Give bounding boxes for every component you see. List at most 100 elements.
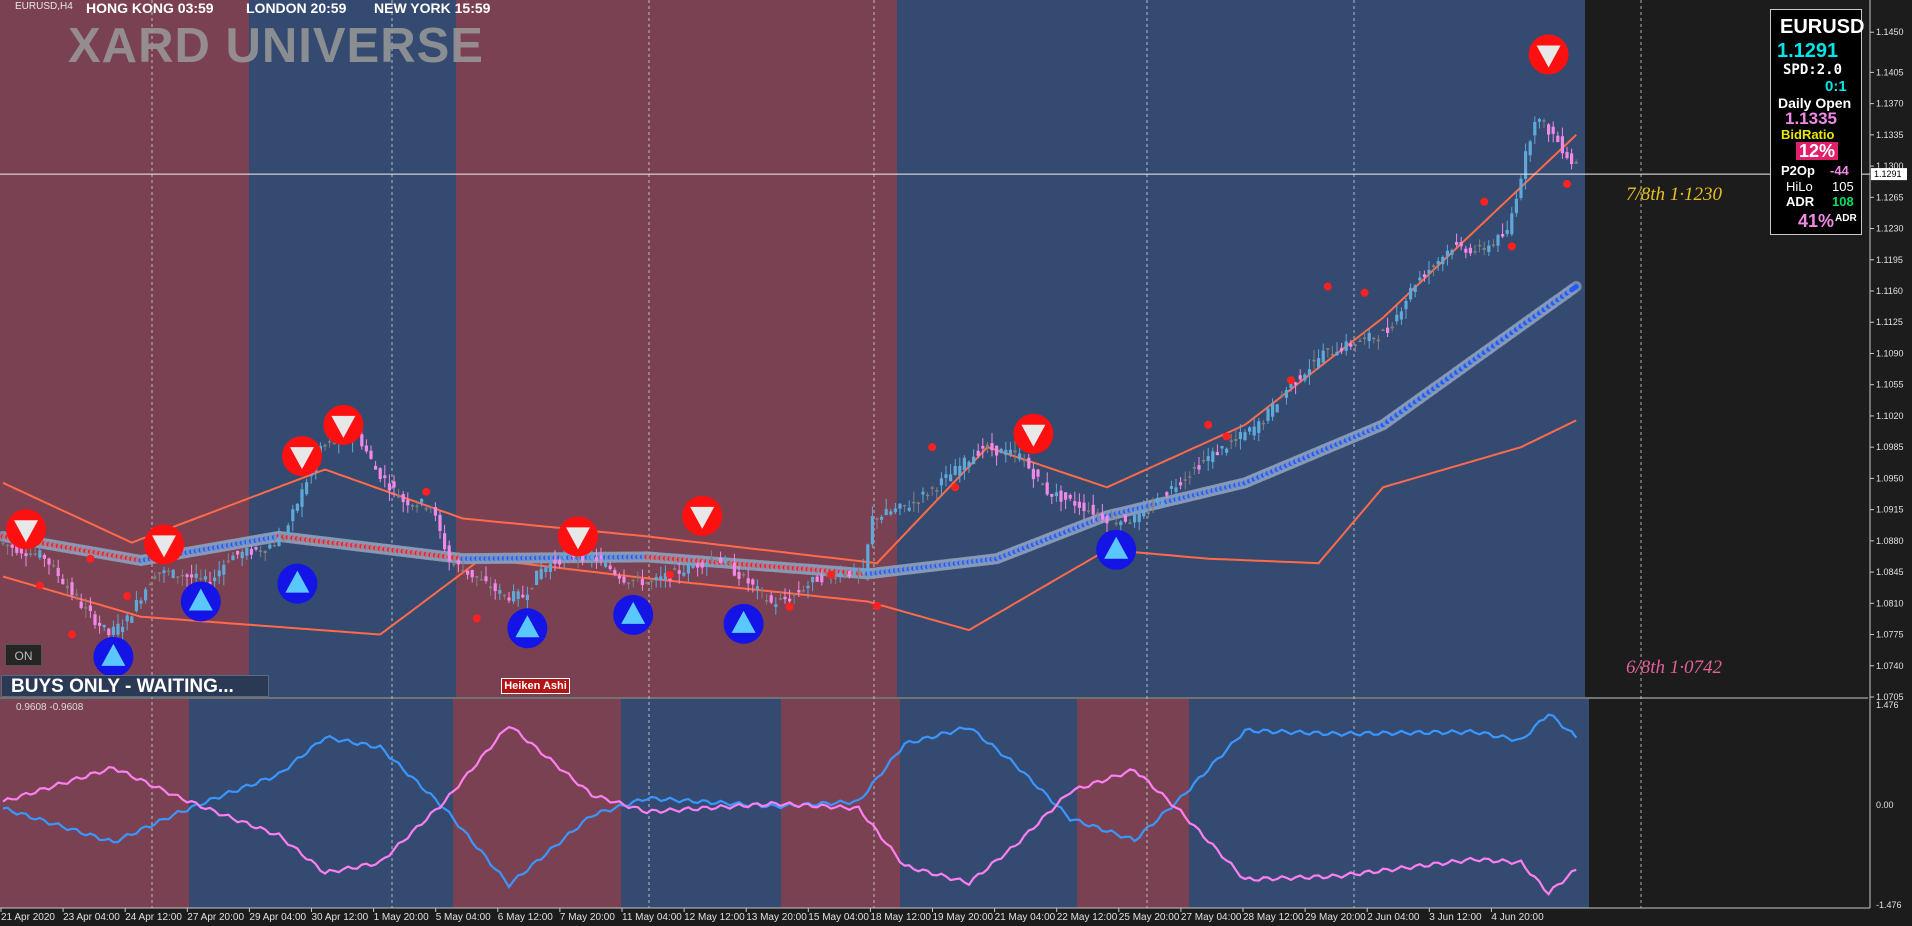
ma-segment [1569, 284, 1579, 293]
candle-body [521, 594, 525, 598]
candle-body [1330, 354, 1334, 356]
chart-canvas[interactable]: 1.14501.14051.13701.13351.13001.12651.12… [0, 0, 1912, 926]
signal-dot [86, 554, 95, 563]
candle-body [153, 576, 157, 579]
candle-body [700, 562, 704, 568]
x-tick-label: 5 May 04:00 [436, 912, 491, 923]
candle-body [558, 559, 562, 565]
candle-body [1280, 394, 1284, 397]
candle-body [277, 536, 281, 547]
x-tick-label: 11 May 04:00 [622, 912, 682, 923]
candle-body [1496, 234, 1500, 246]
candle-body [1045, 482, 1049, 495]
candle-body [636, 575, 640, 578]
candle-body [1340, 348, 1344, 352]
candle-body [884, 509, 888, 516]
candle-body [162, 570, 166, 574]
candle-body [525, 594, 529, 601]
candle-body [1165, 492, 1169, 496]
candle-body [1372, 337, 1376, 340]
candle-body [1234, 438, 1238, 442]
candle-body [1505, 229, 1509, 234]
candle-body [1570, 153, 1574, 165]
trading-chart-window: 1.1450 1.1405 1.1370 1.1335 1.1300 1.1265 1.12… [0, 0, 1912, 926]
candle-body [778, 598, 782, 600]
candle-body [249, 548, 253, 555]
y-tick-label: 1.0915 [1876, 505, 1904, 515]
candle-body [1137, 513, 1141, 523]
candle-body [815, 576, 819, 582]
candle-body [512, 591, 516, 602]
candle-body [190, 574, 194, 578]
candle-body [1399, 311, 1403, 320]
candle-body [176, 576, 180, 578]
info-adr: 108 [1832, 194, 1854, 209]
candle-body [548, 563, 552, 572]
candle-body [981, 445, 985, 449]
candle-body [1335, 351, 1339, 356]
x-tick-label: 15 May 04:00 [808, 912, 869, 923]
candle-body [1441, 256, 1445, 265]
x-tick-label: 21 Apr 2020 [1, 912, 55, 923]
candle-body [1211, 451, 1215, 463]
candle-body [286, 525, 290, 534]
candle-body [751, 579, 755, 585]
candle-body [61, 578, 65, 584]
candle-body [1087, 510, 1091, 512]
y-tick-label: 1.0985 [1876, 442, 1904, 452]
candle-body [1064, 492, 1068, 500]
x-tick-label: 19 May 20:00 [933, 912, 994, 923]
candle-body [769, 595, 773, 603]
candle-body [705, 562, 709, 567]
candle-body [217, 570, 221, 577]
candle-body [880, 516, 884, 520]
candle-body [861, 568, 865, 574]
on-toggle-button[interactable]: ON [5, 644, 42, 666]
heiken-ashi-button[interactable]: Heiken Ashi [501, 678, 570, 694]
y-tick-label: 1.1450 [1876, 27, 1904, 37]
x-tick-label: 2 Jun 04:00 [1367, 912, 1420, 923]
oscillator-y-tick-label: -1.476 [1876, 900, 1902, 910]
candle-body [1133, 515, 1137, 523]
candle-body [1551, 126, 1555, 134]
candle-body [171, 569, 175, 578]
candle-body [116, 623, 120, 635]
candle-body [107, 628, 111, 636]
candle-body [24, 553, 28, 557]
candle-body [866, 544, 870, 572]
candle-body [259, 550, 263, 552]
candle-body [245, 548, 249, 556]
info-price: 1.1291 [1777, 40, 1839, 62]
candle-body [645, 582, 649, 584]
y-tick-label: 1.1090 [1876, 348, 1904, 358]
candle-body [1404, 300, 1408, 310]
oscillator-zone-red [0, 699, 189, 908]
candle-body [300, 489, 304, 507]
candle-body [939, 478, 943, 486]
candle-body [604, 562, 608, 567]
candle-body [305, 482, 309, 495]
signal-dot [1507, 242, 1516, 251]
candle-body [1574, 161, 1578, 164]
candle-body [1478, 244, 1482, 247]
candle-body [420, 498, 424, 503]
info-p2op-label: P2Op [1781, 163, 1815, 178]
candle-body [1409, 287, 1413, 300]
candle-body [1303, 374, 1307, 381]
candle-body [424, 508, 428, 510]
y-tick-label: 1.0740 [1876, 661, 1904, 671]
info-daily-open: 1.1335 [1785, 109, 1837, 128]
candle-body [1459, 241, 1463, 247]
candle-body [737, 572, 741, 579]
candle-body [1091, 504, 1095, 515]
y-tick-label: 1.1370 [1876, 99, 1904, 109]
candle-body [1077, 501, 1081, 508]
signal-dot [873, 601, 881, 610]
session-label: HONG KONG 03:59 [86, 0, 214, 16]
signal-dot [1360, 288, 1369, 297]
symbol-title: EURUSD,H4 [15, 1, 73, 12]
candle-body [673, 568, 677, 571]
candle-body [995, 445, 999, 456]
candle-body [1450, 249, 1454, 255]
candle-body [88, 605, 92, 612]
